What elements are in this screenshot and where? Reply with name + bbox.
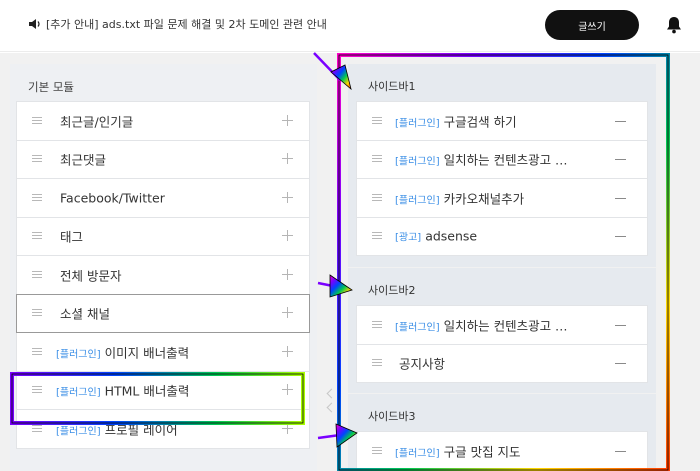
- sidebar-title: 사이드바3: [368, 410, 416, 423]
- module-facebook-twitter[interactable]: Facebook/Twitter: [16, 178, 310, 218]
- drag-handle-icon[interactable]: [372, 359, 382, 367]
- item-label: 일치하는 컨텐츠광고 …: [443, 152, 568, 168]
- module-html-banner[interactable]: [플러그인] HTML 배너출력: [16, 370, 310, 410]
- add-icon[interactable]: [282, 307, 293, 319]
- sidebar-item-adsense[interactable]: [광고] adsense: [356, 216, 648, 256]
- add-icon[interactable]: [282, 268, 293, 280]
- item-tag: [플러그인]: [395, 448, 440, 460]
- drag-handle-icon[interactable]: [372, 232, 382, 240]
- module-recent-popular[interactable]: 최근글/인기글: [16, 101, 310, 141]
- module-label: 최근글/인기글: [60, 114, 134, 130]
- basic-modules-title: 기본 모듈: [28, 80, 74, 94]
- sidebar-item-notice[interactable]: 공지사항: [356, 343, 648, 383]
- item-tag: [플러그인]: [395, 156, 440, 168]
- bell-icon[interactable]: [666, 16, 682, 34]
- module-image-banner[interactable]: [플러그인] 이미지 배너출력: [16, 332, 310, 372]
- drag-handle-icon[interactable]: [32, 386, 42, 394]
- remove-icon[interactable]: [615, 120, 626, 122]
- drag-handle-icon[interactable]: [372, 116, 382, 124]
- sidebar-1: 사이드바1 [플러그인] 구글검색 하기 [플러그인] 일치하는 컨텐츠광고 … […: [348, 64, 656, 267]
- remove-icon[interactable]: [615, 159, 626, 161]
- sidebar-3: 사이드바3 [플러그인] 구글 맛집 지도: [348, 394, 656, 471]
- module-tag: [플러그인]: [56, 387, 101, 399]
- drag-handle-icon[interactable]: [372, 320, 382, 328]
- drag-handle-icon[interactable]: [32, 347, 42, 355]
- module-recent-comments[interactable]: 최근댓글: [16, 139, 310, 179]
- drag-handle-icon[interactable]: [372, 446, 382, 454]
- remove-icon[interactable]: [615, 450, 626, 452]
- drag-handle-icon[interactable]: [32, 270, 42, 278]
- item-tag: [광고]: [395, 232, 422, 244]
- module-tag: [플러그인]: [56, 349, 101, 361]
- drag-handle-icon[interactable]: [32, 155, 42, 163]
- item-label: 카카오채널추가: [443, 191, 525, 207]
- drag-handle-icon[interactable]: [32, 424, 42, 432]
- module-label: HTML 배너출력: [104, 383, 190, 399]
- notice-text[interactable]: [추가 안내] ads.txt 파일 문제 해결 및 2차 도메인 관련 안내: [46, 16, 327, 32]
- add-icon[interactable]: [282, 384, 293, 396]
- module-label: 태그: [60, 229, 84, 245]
- sidebar-title: 사이드바2: [368, 284, 416, 297]
- notice-banner[interactable]: [추가 안내] ads.txt 파일 문제 해결 및 2차 도메인 관련 안내: [28, 16, 327, 32]
- module-label: 최근댓글: [60, 152, 107, 168]
- sidebar-title: 사이드바1: [368, 80, 416, 93]
- item-tag: [플러그인]: [395, 195, 440, 207]
- remove-icon[interactable]: [615, 363, 626, 365]
- sidebar-item-google-search[interactable]: [플러그인] 구글검색 하기: [356, 101, 648, 141]
- sidebar-2-list: [플러그인] 일치하는 컨텐츠광고 … 공지사항: [356, 305, 648, 383]
- item-label: 일치하는 컨텐츠광고 …: [443, 318, 568, 334]
- add-icon[interactable]: [282, 114, 293, 126]
- drag-handle-icon[interactable]: [32, 232, 42, 240]
- module-label: 이미지 배너출력: [104, 345, 190, 361]
- remove-icon[interactable]: [615, 324, 626, 326]
- add-icon[interactable]: [282, 191, 293, 203]
- module-label: Facebook/Twitter: [60, 190, 165, 206]
- add-icon[interactable]: [282, 230, 293, 242]
- module-label: 프로필 레이어: [104, 422, 178, 438]
- sidebar-item-kakao-channel[interactable]: [플러그인] 카카오채널추가: [356, 178, 648, 218]
- sidebar-item-matched-content[interactable]: [플러그인] 일치하는 컨텐츠광고 …: [356, 305, 648, 345]
- remove-icon[interactable]: [615, 236, 626, 238]
- module-social-channel[interactable]: 소셜 채널: [16, 293, 310, 333]
- item-label: 공지사항: [399, 356, 446, 372]
- speaker-icon: [29, 19, 40, 29]
- basic-modules-list: 최근글/인기글 최근댓글 Facebook/Twitter 태그 전체 방문자 …: [16, 101, 310, 449]
- drag-handle-icon[interactable]: [372, 193, 382, 201]
- add-icon[interactable]: [282, 422, 293, 434]
- module-label: 소셜 채널: [60, 306, 110, 322]
- drag-handle-icon[interactable]: [32, 116, 42, 124]
- module-label: 전체 방문자: [60, 268, 122, 284]
- sidebar-2: 사이드바2 [플러그인] 일치하는 컨텐츠광고 … 공지사항: [348, 268, 656, 393]
- item-label: 구글 맛집 지도: [443, 444, 521, 460]
- module-profile-layer[interactable]: [플러그인] 프로필 레이어: [16, 409, 310, 449]
- remove-icon[interactable]: [615, 197, 626, 199]
- drag-handle-icon[interactable]: [32, 193, 42, 201]
- top-bar: [추가 안내] ads.txt 파일 문제 해결 및 2차 도메인 관련 안내 …: [0, 0, 700, 52]
- sidebar-1-list: [플러그인] 구글검색 하기 [플러그인] 일치하는 컨텐츠광고 … [플러그인] 카…: [356, 101, 648, 256]
- module-total-visitors[interactable]: 전체 방문자: [16, 255, 310, 295]
- item-tag: [플러그인]: [395, 322, 440, 334]
- add-icon[interactable]: [282, 345, 293, 357]
- drag-handle-icon[interactable]: [32, 309, 42, 317]
- module-tags[interactable]: 태그: [16, 216, 310, 256]
- sidebar-item-matched-content[interactable]: [플러그인] 일치하는 컨텐츠광고 …: [356, 139, 648, 179]
- write-button[interactable]: 글쓰기: [545, 10, 639, 40]
- item-label: 구글검색 하기: [443, 114, 517, 130]
- sidebar-3-list: [플러그인] 구글 맛집 지도: [356, 431, 648, 471]
- module-tag: [플러그인]: [56, 426, 101, 438]
- add-icon[interactable]: [282, 153, 293, 165]
- item-label: adsense: [425, 228, 478, 244]
- sidebar-item-google-restaurant-map[interactable]: [플러그인] 구글 맛집 지도: [356, 431, 648, 471]
- item-tag: [플러그인]: [395, 118, 440, 130]
- drag-handle-icon[interactable]: [372, 155, 382, 163]
